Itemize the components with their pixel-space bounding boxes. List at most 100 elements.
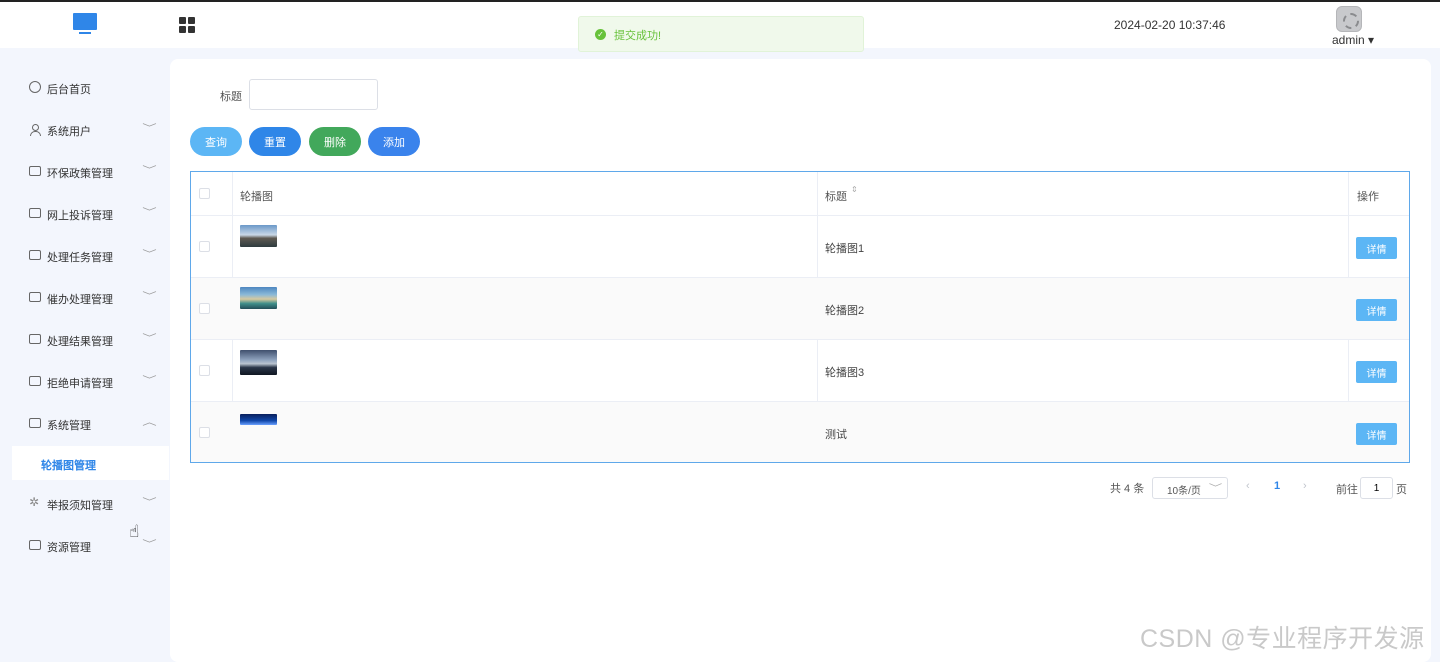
sidebar-item-label: 处理任务管理 [47,252,113,264]
table-header: 轮播图 标题 ⇕ 操作 [191,172,1409,216]
chevron-down-icon: ﹀ [142,333,157,343]
document-icon [29,250,41,260]
document-icon [29,376,41,386]
hand-cursor-icon: ☝ [129,522,140,541]
sidebar-item-label: 后台首页 [47,84,91,96]
reset-button[interactable]: 重置 [249,127,301,156]
table-row: 轮播图2 详情 [191,278,1409,340]
table-row: 轮播图3 详情 [191,340,1409,402]
chevron-down-icon: ﹀ [142,539,157,549]
row-title: 轮播图3 [825,367,865,379]
row-checkbox[interactable] [199,365,210,376]
delete-button[interactable]: 删除 [309,127,361,156]
carousel-thumbnail [240,287,277,309]
carousel-table: 轮播图 标题 ⇕ 操作 轮播图1 详情 轮播图2 详情 轮播图3 详情 测试 详… [190,171,1410,463]
carousel-thumbnail [240,350,277,375]
detail-button[interactable]: 详情 [1356,423,1397,445]
chevron-down-icon: ﹀ [142,123,157,133]
query-button[interactable]: 查询 [190,127,242,156]
goto-page-input[interactable] [1360,477,1393,499]
sidebar-item-system[interactable]: 系统管理 ︿ [0,409,168,439]
clock-icon [29,81,41,93]
username: admin [1332,33,1365,47]
sidebar-item-label: 系统用户 [47,126,91,138]
column-header-image: 轮播图 [240,191,273,203]
success-toast: ✓ 提交成功! [578,16,864,52]
sidebar: 后台首页 系统用户 ﹀ 环保政策管理 ﹀ 网上投诉管理 ﹀ 处理任务管理 ﹀ 催… [0,48,169,662]
search-title-input[interactable] [249,79,378,110]
chevron-down-icon: ﹀ [142,165,157,175]
chevron-down-icon: ﹀ [142,207,157,217]
sidebar-item-dashboard[interactable]: 后台首页 [0,73,168,103]
detail-button[interactable]: 详情 [1356,237,1397,259]
document-icon [29,334,41,344]
watermark: CSDN @专业程序开发源 [1140,625,1425,653]
page-number-current[interactable]: 1 [1274,480,1280,502]
column-header-title[interactable]: 标题 [825,188,847,204]
printer-icon [29,540,41,550]
sidebar-item-label: 环保政策管理 [47,168,113,180]
sidebar-item-complaints[interactable]: 网上投诉管理 ﹀ [0,199,168,229]
chevron-down-icon: ▾ [1368,33,1375,47]
document-icon [29,292,41,302]
sparkle-icon: ✲ [29,495,40,509]
check-circle-icon: ✓ [595,29,606,40]
page-suffix-label: 页 [1396,484,1407,496]
page-size-select[interactable]: 10条/页 ﹀ [1152,477,1228,499]
detail-button[interactable]: 详情 [1356,361,1397,383]
sidebar-item-label: 网上投诉管理 [47,210,113,222]
row-title: 测试 [825,429,847,441]
sidebar-subitem-label: 轮播图管理 [41,460,96,472]
carousel-thumbnail [240,414,277,425]
current-datetime: 2024-02-20 10:37:46 [1114,18,1226,32]
column-header-action: 操作 [1357,191,1379,203]
sidebar-item-urge[interactable]: 催办处理管理 ﹀ [0,283,168,313]
pagination-total: 共 4 条 [1110,483,1145,495]
sidebar-item-label: 处理结果管理 [47,336,113,348]
main-content: 标题 查询 重置 删除 添加 轮播图 标题 ⇕ 操作 轮播图1 详情 轮播图2 … [170,59,1431,662]
sidebar-item-rejections[interactable]: 拒绝申请管理 ﹀ [0,367,168,397]
chevron-down-icon: ﹀ [142,291,157,301]
user-menu[interactable]: admin ▾ [1332,33,1374,47]
sidebar-item-label: 催办处理管理 [47,294,113,306]
row-checkbox[interactable] [199,427,210,438]
table-row: 测试 详情 [191,402,1409,462]
row-checkbox[interactable] [199,303,210,314]
detail-button[interactable]: 详情 [1356,299,1397,321]
sidebar-subitem-carousel[interactable]: 轮播图管理 [12,446,169,480]
chevron-down-icon: ﹀ [142,249,157,259]
sidebar-item-label: 资源管理 [47,542,91,554]
prev-page-icon[interactable]: ‹ [1246,480,1250,502]
sidebar-item-tasks[interactable]: 处理任务管理 ﹀ [0,241,168,271]
goto-label: 前往 [1336,484,1358,496]
next-page-icon[interactable]: › [1303,480,1307,502]
row-checkbox[interactable] [199,241,210,252]
sidebar-item-resources[interactable]: 资源管理 ﹀ [0,531,168,561]
chevron-down-icon: ﹀ [142,375,157,385]
sort-icon[interactable]: ⇕ [851,186,858,194]
chevron-down-icon: ﹀ [142,497,157,507]
page-size-value: 10条/页 [1167,486,1201,497]
toast-message: 提交成功! [614,30,662,42]
sidebar-item-policy[interactable]: 环保政策管理 ﹀ [0,157,168,187]
add-button[interactable]: 添加 [368,127,420,156]
document-icon [29,166,41,176]
user-icon [29,124,41,136]
select-all-checkbox[interactable] [199,188,210,199]
grid-menu-icon[interactable] [179,17,195,33]
sidebar-item-results[interactable]: 处理结果管理 ﹀ [0,325,168,355]
sidebar-item-label: 举报须知管理 [47,500,113,512]
sidebar-item-label: 拒绝申请管理 [47,378,113,390]
chevron-down-icon: ﹀ [1208,483,1223,493]
monitor-logo-icon [73,13,97,35]
document-icon [29,208,41,218]
sidebar-item-report-notice[interactable]: ✲ 举报须知管理 ﹀ [0,489,168,519]
search-title-label: 标题 [220,91,242,103]
sidebar-item-system-users[interactable]: 系统用户 ﹀ [0,115,168,145]
row-title: 轮播图2 [825,305,865,317]
chevron-up-icon: ︿ [142,417,157,427]
avatar[interactable] [1336,6,1362,32]
carousel-thumbnail [240,225,277,247]
row-title: 轮播图1 [825,243,865,255]
folder-icon [29,418,41,428]
